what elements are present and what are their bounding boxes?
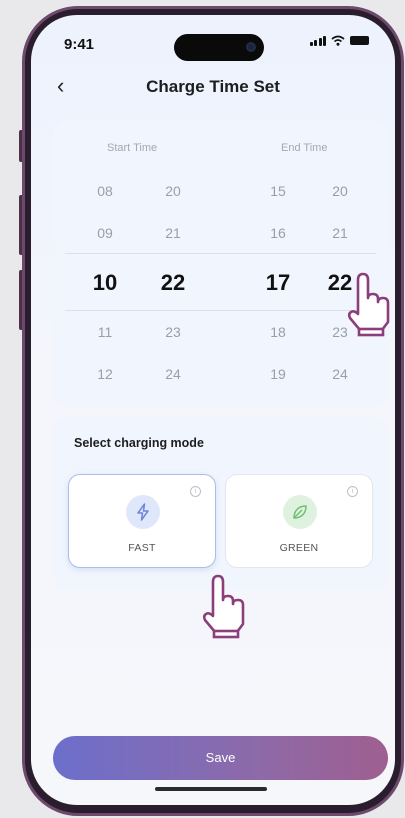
wifi-icon [331,35,345,46]
picker-value[interactable]: 18 [253,324,303,340]
picker-value[interactable]: 20 [315,183,365,199]
save-button[interactable]: Save [53,736,388,780]
picker-value[interactable]: 23 [148,324,198,340]
picker-value[interactable]: 11 [80,324,130,340]
mode-option-label: GREEN [279,542,319,554]
picker-value[interactable]: 24 [315,366,365,382]
home-indicator [155,787,267,791]
mode-option-label: FAST [128,542,156,554]
page-title: Charge Time Set [146,77,280,96]
nav-bar: ‹ Charge Time Set [31,73,395,109]
mode-option-green[interactable]: i GREEN [225,474,373,568]
picker-value[interactable]: 12 [80,366,130,382]
leaf-icon [283,495,317,529]
start-time-label: Start Time [107,142,158,154]
time-picker-card: Start Time End Time 08 09 10 11 12 20 21… [53,120,388,407]
picker-value-selected[interactable]: 22 [148,270,198,296]
battery-icon [350,36,369,45]
picker-value[interactable]: 21 [148,225,198,241]
camera-icon [246,42,256,52]
picker-value[interactable]: 16 [253,225,303,241]
charging-mode-label: Select charging mode [74,436,204,450]
hand-pointer-icon [347,272,390,337]
picker-value-selected[interactable]: 10 [80,270,130,296]
end-time-label: End Time [281,142,328,154]
phone-screen: 9:41 ‹ Charge Time Set Start Time End Ti… [31,15,395,805]
picker-value[interactable]: 08 [80,183,130,199]
picker-value-selected[interactable]: 17 [253,270,303,296]
picker-value[interactable]: 09 [80,225,130,241]
mode-option-fast[interactable]: i FAST [68,474,216,568]
hand-pointer-icon [202,574,245,639]
info-icon[interactable]: i [347,486,358,497]
picker-value[interactable]: 20 [148,183,198,199]
lightning-icon [126,495,160,529]
picker-value[interactable]: 15 [253,183,303,199]
charging-mode-card: Select charging mode i FAST i GREEN [53,417,388,590]
status-time: 9:41 [64,36,95,53]
picker-value[interactable]: 21 [315,225,365,241]
picker-value[interactable]: 19 [253,366,303,382]
signal-icon [309,36,326,46]
picker-value[interactable]: 24 [148,366,198,382]
dynamic-island [174,34,264,61]
status-icons [309,35,369,46]
info-icon[interactable]: i [190,486,201,497]
